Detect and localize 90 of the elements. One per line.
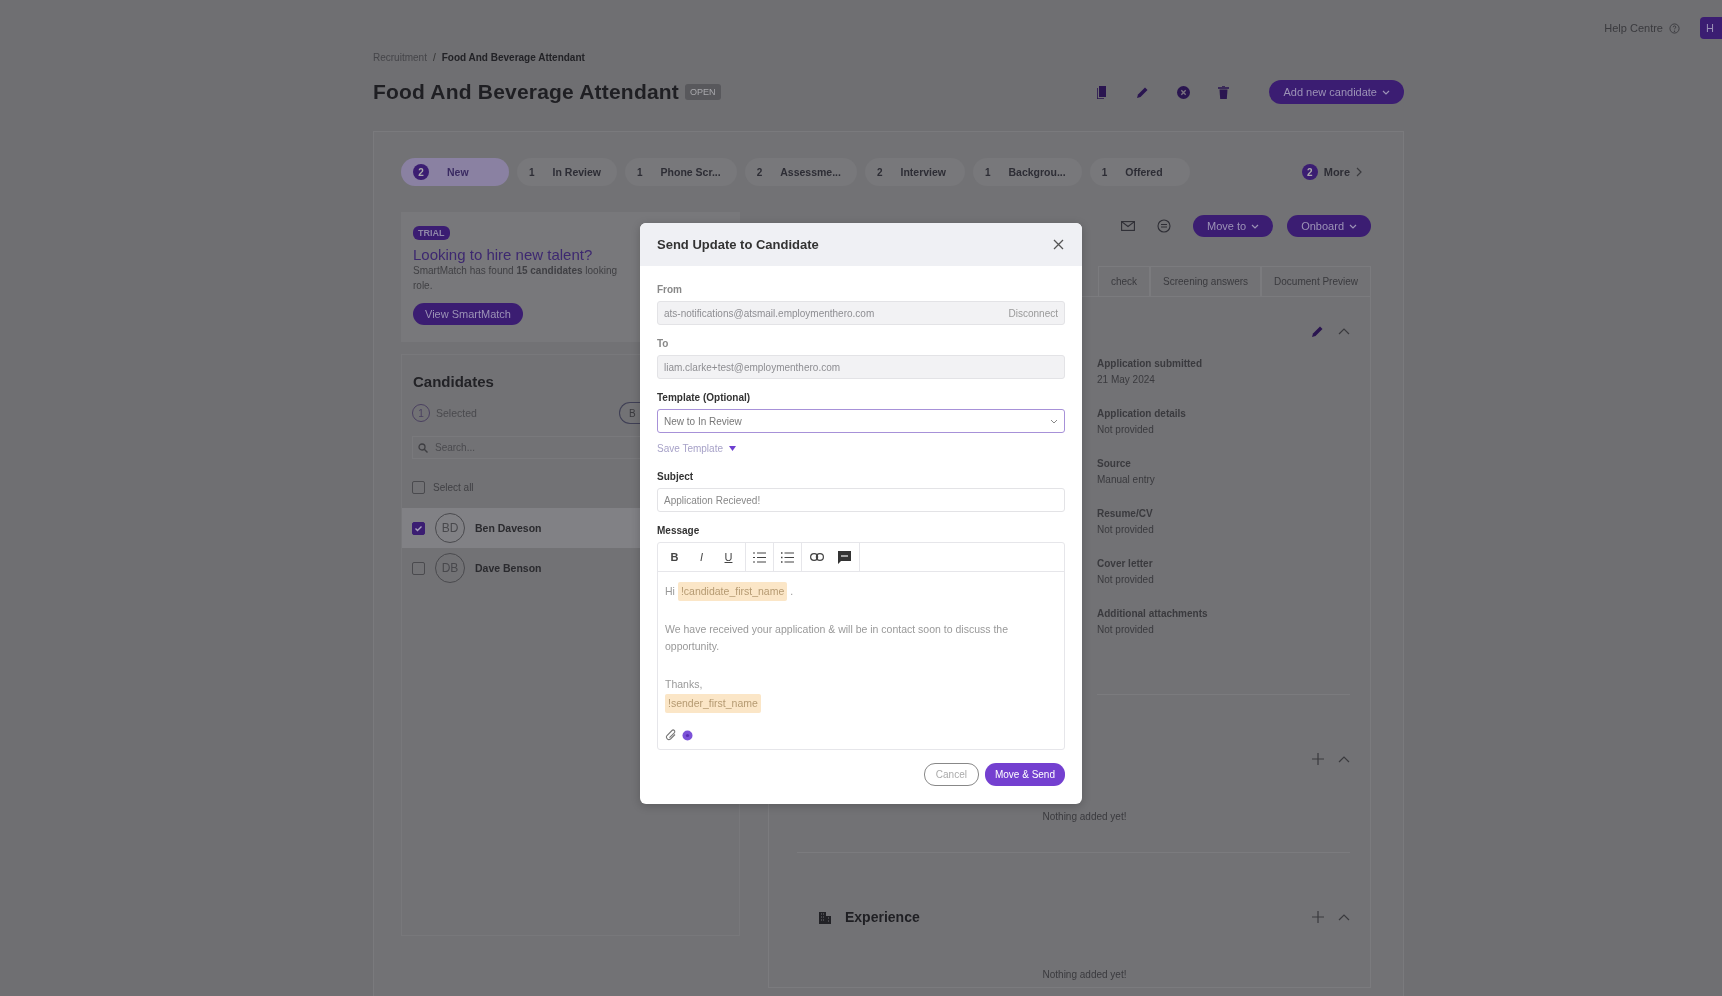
subject-field[interactable]: Application Recieved! bbox=[657, 488, 1065, 512]
plus-icon[interactable] bbox=[1312, 753, 1324, 765]
detail-value: Not provided bbox=[1097, 623, 1155, 637]
format-button[interactable]: I bbox=[688, 550, 715, 564]
caret-icon bbox=[1251, 223, 1260, 229]
detail-label: Additional attachments bbox=[1097, 607, 1209, 621]
field-label: Message bbox=[657, 525, 701, 536]
message-text: . bbox=[790, 584, 794, 599]
from-field[interactable]: ats-notifications@atsmail.employmenthero.com Disconnect bbox=[657, 301, 1065, 325]
building-icon bbox=[819, 910, 831, 924]
document-icon[interactable] bbox=[1097, 85, 1109, 99]
promo-title: Looking to hire new talent? bbox=[413, 246, 593, 263]
dialog-title: Send Update to Candidate bbox=[657, 237, 819, 252]
more-stages-button[interactable]: 2 More bbox=[1295, 163, 1368, 181]
comment-icon[interactable] bbox=[838, 550, 851, 564]
detail-label: Source bbox=[1097, 457, 1132, 471]
pencil-icon[interactable] bbox=[1311, 325, 1324, 338]
link-icon[interactable] bbox=[810, 553, 824, 561]
stage-tab[interactable]: 1 In Review bbox=[517, 158, 617, 186]
placeholder-tag: !sender_first_name bbox=[665, 694, 761, 713]
field-label: From bbox=[657, 284, 683, 295]
select-all-checkbox[interactable] bbox=[412, 481, 425, 494]
placeholder-tag: !candidate_first_name bbox=[677, 582, 788, 601]
stage-tab[interactable]: 1 Phone Scr... bbox=[625, 158, 737, 186]
template-select[interactable]: New to In Review bbox=[657, 409, 1065, 433]
stage-tab[interactable]: 2 Interview bbox=[864, 158, 965, 186]
detail-label: Application details bbox=[1097, 407, 1187, 421]
view-smartmatch-button[interactable]: View SmartMatch bbox=[413, 303, 523, 325]
job-title: Food And Beverage Attendant bbox=[373, 80, 680, 104]
field-label: Subject bbox=[657, 471, 695, 482]
search-icon bbox=[418, 443, 428, 453]
disconnect-link[interactable]: Disconnect bbox=[1008, 307, 1058, 319]
field-label: Template (Optional) bbox=[657, 392, 752, 403]
detail-label: Resume/CV bbox=[1097, 507, 1154, 521]
stage-tab[interactable]: 2 New bbox=[401, 158, 509, 186]
bullet-list-icon[interactable] bbox=[781, 551, 794, 563]
close-circle-icon[interactable] bbox=[1177, 85, 1191, 99]
caret-icon bbox=[1382, 89, 1390, 95]
to-field[interactable]: liam.clarke+test@employmenthero.com bbox=[657, 355, 1065, 379]
message-text: Hi bbox=[665, 584, 675, 599]
from-value: ats-notifications@atsmail.employmenthero.com bbox=[664, 307, 876, 319]
candidate-name: Ben Daveson bbox=[475, 522, 542, 534]
stage-tab[interactable]: 1 Offered bbox=[1089, 158, 1190, 186]
chevron-right-icon bbox=[1356, 167, 1362, 177]
status-badge: OPEN bbox=[685, 84, 721, 100]
candidate-checkbox[interactable] bbox=[412, 561, 425, 575]
detail-value: Not provided bbox=[1097, 423, 1155, 437]
detail-value: Not provided bbox=[1097, 573, 1155, 587]
pencil-icon[interactable] bbox=[1136, 85, 1150, 99]
check-icon bbox=[414, 523, 423, 533]
numbered-list-icon[interactable] bbox=[753, 551, 766, 563]
format-button[interactable]: U bbox=[715, 550, 742, 564]
breadcrumb-separator: / bbox=[432, 52, 436, 63]
close-icon[interactable] bbox=[1053, 239, 1064, 250]
save-template-link[interactable]: Save Template bbox=[657, 443, 736, 454]
field-label: To bbox=[657, 338, 670, 349]
detail-label: Application submitted bbox=[1097, 357, 1203, 371]
plus-icon[interactable] bbox=[1312, 911, 1324, 923]
message-text: Thanks, bbox=[665, 677, 703, 692]
message-editor[interactable]: B I U Hi !candidate_first_name . We have received your application & will be in contact soon to discuss the opportunity. Thanks, !sender_first_name bbox=[657, 542, 1065, 750]
section-title: Experience bbox=[845, 909, 920, 925]
onboard-button[interactable]: Onboard bbox=[1287, 215, 1371, 237]
format-button[interactable]: B bbox=[661, 550, 688, 564]
caret-icon bbox=[728, 446, 736, 451]
header-button[interactable]: H bbox=[1700, 17, 1722, 39]
chevron-up-icon[interactable] bbox=[1338, 913, 1350, 921]
chevron-down-icon bbox=[1050, 418, 1058, 424]
paperclip-icon[interactable] bbox=[665, 729, 677, 741]
chevron-up-icon[interactable] bbox=[1338, 328, 1350, 335]
trial-badge: TRIAL bbox=[413, 226, 450, 240]
dot-icon[interactable] bbox=[682, 729, 693, 741]
help-icon bbox=[1669, 22, 1680, 34]
chat-icon[interactable] bbox=[1157, 219, 1172, 233]
move-to-button[interactable]: Move to bbox=[1193, 215, 1274, 237]
trash-icon[interactable] bbox=[1218, 85, 1230, 99]
template-value: New to In Review bbox=[664, 415, 742, 427]
detail-value: Not provided bbox=[1097, 523, 1155, 537]
breadcrumb-link[interactable]: Food And Beverage Attendant bbox=[441, 52, 585, 63]
caret-icon bbox=[1349, 223, 1357, 229]
message-text: We have received your application & will be in contact soon to discuss the opportunity. bbox=[665, 622, 1009, 654]
stage-tab[interactable]: 1 Backgrou... bbox=[972, 158, 1082, 186]
stage-tab[interactable]: 2 Assessme... bbox=[744, 158, 857, 186]
mail-icon[interactable] bbox=[1121, 221, 1136, 231]
detail-label: Cover letter bbox=[1097, 557, 1154, 571]
cancel-button[interactable]: Cancel bbox=[923, 763, 979, 786]
candidate-name: Dave Benson bbox=[475, 562, 542, 574]
add-candidate-button[interactable]: Add new candidate bbox=[1269, 80, 1404, 104]
candidate-checkbox[interactable] bbox=[412, 521, 425, 535]
move-send-button[interactable]: Move & Send bbox=[984, 763, 1065, 786]
chevron-up-icon[interactable] bbox=[1338, 755, 1350, 763]
